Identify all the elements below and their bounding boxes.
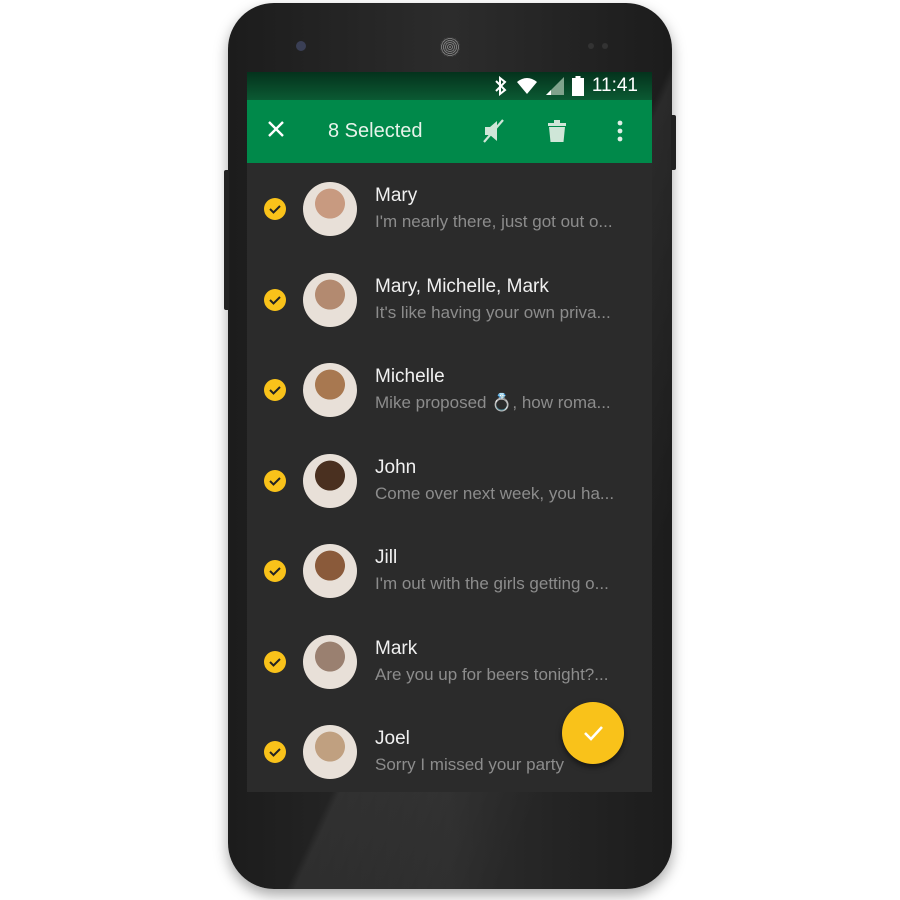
contact-name: Mary, Michelle, Mark [375,275,549,297]
avatar[interactable] [303,725,357,779]
message-preview: I'm out with the girls getting o... [375,574,609,593]
message-preview: Are you up for beers tonight?... [375,664,609,684]
avatar[interactable] [303,634,357,689]
selected-check-icon[interactable] [264,560,286,582]
clock: 11:41 [591,75,638,96]
selected-check-icon[interactable] [264,469,286,492]
contact-name: John [375,456,417,478]
front-camera [296,41,306,51]
mute-icon[interactable] [480,117,508,145]
message-preview: Sorry I missed your party [375,755,564,774]
trash-icon[interactable] [543,117,571,145]
selection-count-title: 8 Selected [328,120,423,142]
conversation-row[interactable]: John Come over next week, you ha... [247,435,652,525]
close-icon[interactable] [265,118,287,140]
avatar[interactable] [303,182,357,236]
sensor [588,43,594,49]
message-preview: I'm nearly there, just got out o... [375,212,613,231]
message-preview: It's like having your own priva... [375,302,611,322]
avatar[interactable] [303,272,357,327]
confirm-fab[interactable] [562,702,624,764]
avatar[interactable] [303,453,357,508]
selected-check-icon[interactable] [264,650,286,673]
conversation-row[interactable]: Jill I'm out with the girls getting o... [247,525,652,615]
status-bar: 11:41 [247,72,652,100]
screen: 11:41 8 Selected Mary I'm nearly there, … [247,72,652,792]
avatar[interactable] [303,363,357,417]
side-button[interactable] [224,170,229,310]
selected-check-icon[interactable] [264,288,286,311]
signal-icon [545,77,564,95]
power-button[interactable] [671,115,676,170]
earpiece-speaker [440,37,460,57]
conversation-row[interactable]: Michelle Mike proposed 💍, how roma... [247,344,652,434]
conversation-row[interactable]: Mary I'm nearly there, just got out o... [247,163,652,253]
selected-check-icon[interactable] [264,379,286,401]
contact-name: Mark [375,637,418,659]
conversation-row[interactable]: Mark Are you up for beers tonight?... [247,616,652,706]
contact-name: Jill [375,547,398,568]
battery-icon [571,76,584,96]
sensor [602,43,608,49]
selected-check-icon[interactable] [264,741,286,763]
bluetooth-icon [495,76,507,96]
contact-name: Michelle [375,366,445,387]
avatar[interactable] [303,544,357,598]
selected-check-icon[interactable] [264,198,286,220]
contact-name: Joel [375,728,410,749]
conversation-row[interactable]: Mary, Michelle, Mark It's like having yo… [247,254,652,344]
more-vert-icon[interactable] [606,117,634,145]
check-icon [584,726,603,741]
action-toolbar: 8 Selected [247,100,652,163]
contact-name: Mary [375,185,418,206]
message-preview: Come over next week, you ha... [375,483,615,503]
message-preview: Mike proposed 💍, how roma... [375,393,611,412]
wifi-icon [516,78,537,94]
